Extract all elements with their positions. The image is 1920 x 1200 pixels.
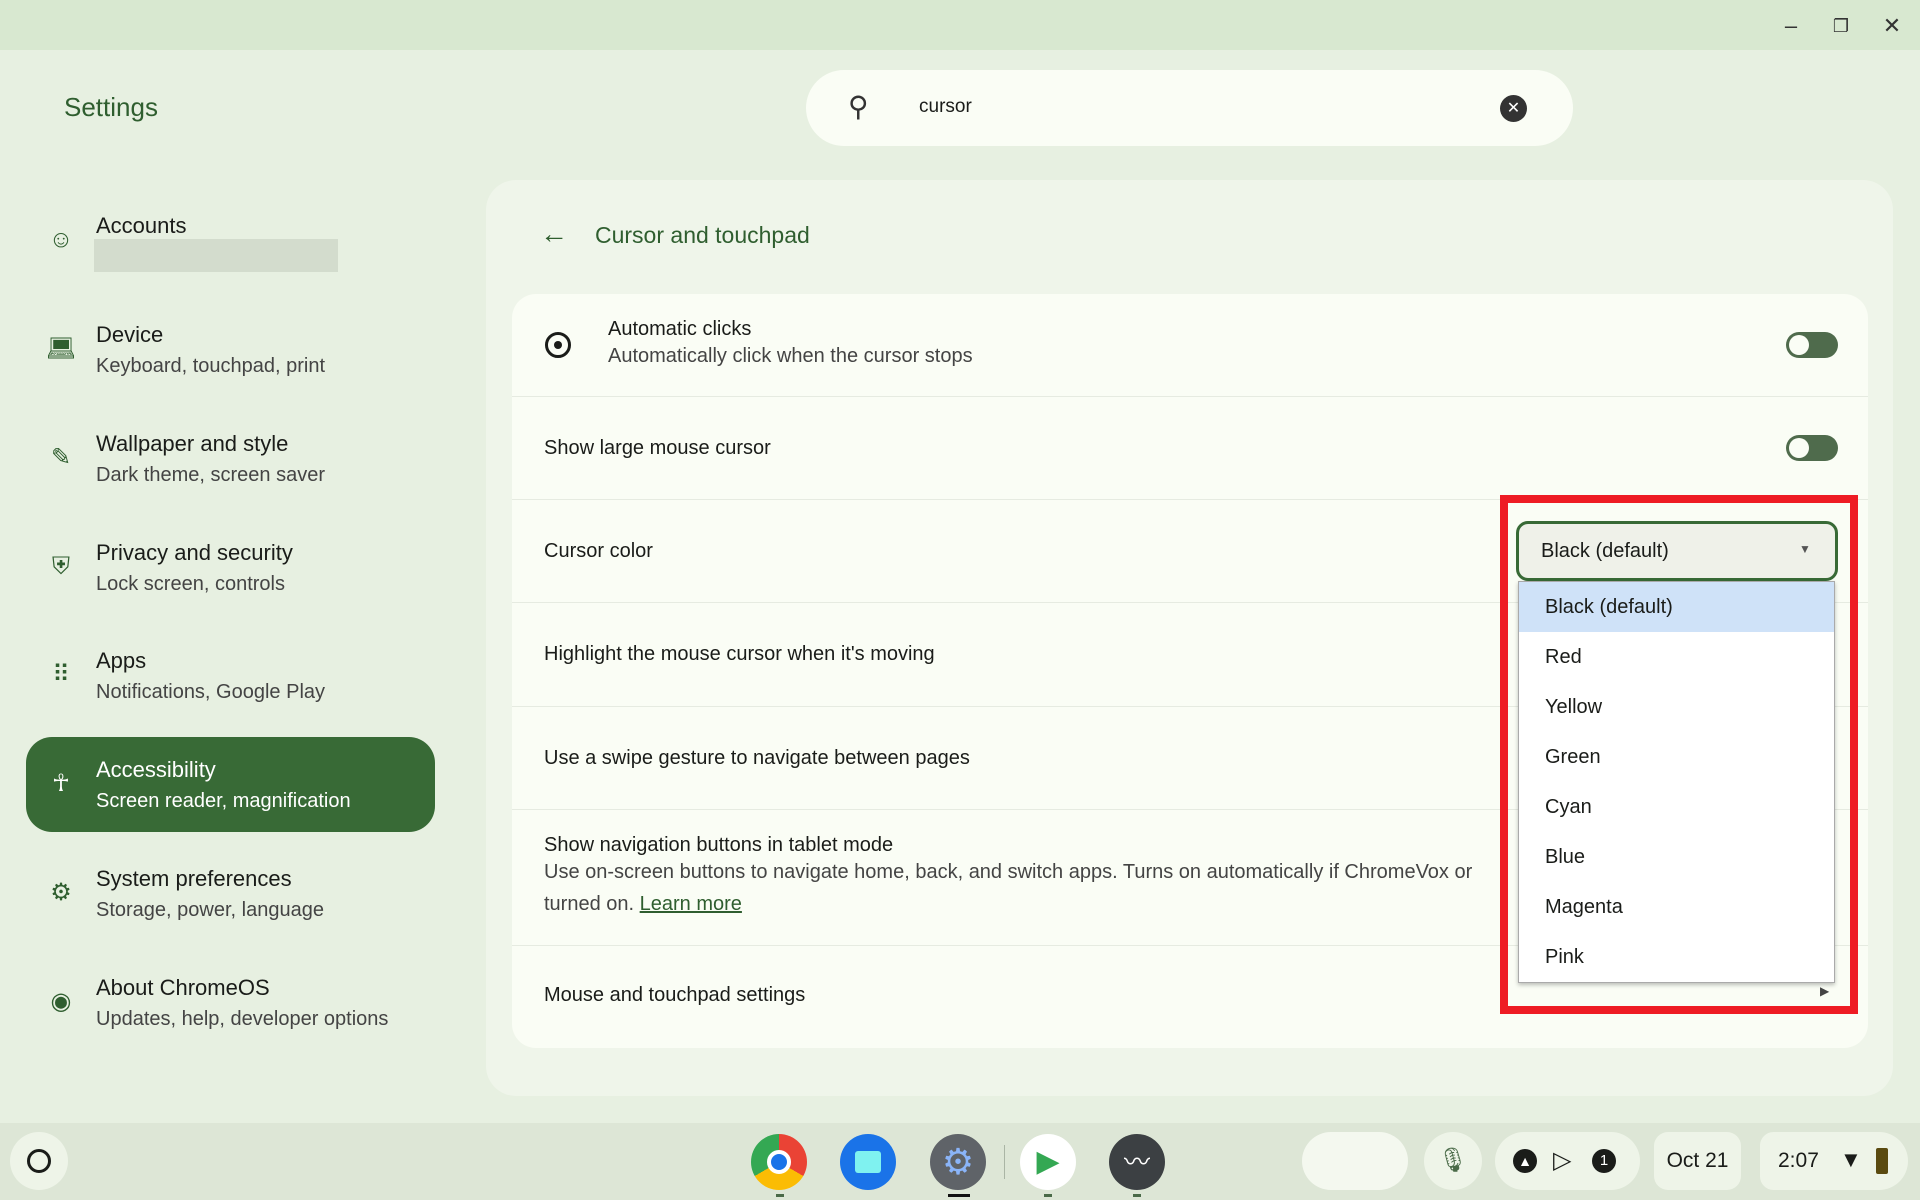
- row-large-cursor[interactable]: Show large mouse cursor: [512, 397, 1868, 500]
- page-title: Cursor and touchpad: [595, 222, 810, 248]
- face-icon: ☺: [48, 226, 74, 253]
- sidebar-item-apps[interactable]: ⠿ Apps Notifications, Google Play: [26, 628, 435, 723]
- sidebar-item-about[interactable]: ◉ About ChromeOS Updates, help, developer …: [26, 955, 435, 1050]
- option-red[interactable]: Red: [1519, 632, 1834, 682]
- gear-icon: ⚙: [50, 879, 72, 906]
- target-icon: [545, 332, 571, 358]
- large-cursor-toggle[interactable]: [1786, 435, 1838, 461]
- learn-more-link[interactable]: Learn more: [640, 893, 742, 915]
- laptop-icon: 💻︎: [46, 335, 77, 362]
- launcher-button[interactable]: [10, 1132, 68, 1190]
- chevron-down-icon: ▼: [1799, 542, 1811, 556]
- status-area[interactable]: ▲ ▷ 1: [1495, 1132, 1640, 1190]
- close-icon[interactable]: ✕: [1878, 12, 1906, 40]
- restore-icon[interactable]: ❐: [1827, 12, 1855, 40]
- settings-app-icon[interactable]: ⚙: [930, 1134, 986, 1190]
- sidebar-item-system[interactable]: ⚙ System preferences Storage, power, langu…: [26, 846, 435, 941]
- cursor-color-select[interactable]: Black (default) ▼: [1516, 521, 1838, 581]
- option-pink[interactable]: Pink: [1519, 932, 1834, 982]
- accessibility-icon: ☥: [52, 770, 70, 797]
- sidebar-item-accessibility[interactable]: ☥ Accessibility Screen reader, magnificati…: [26, 737, 435, 832]
- option-cyan[interactable]: Cyan: [1519, 782, 1834, 832]
- account-email-redacted: [94, 239, 338, 272]
- clock: 2:07: [1778, 1149, 1819, 1172]
- chrome-icon[interactable]: [751, 1134, 807, 1190]
- apps-grid-icon: ⠿: [52, 661, 70, 688]
- files-icon[interactable]: [840, 1134, 896, 1190]
- shield-icon: ⛨: [52, 553, 70, 580]
- chromeos-icon: ◉: [50, 988, 72, 1015]
- upload-icon: ▲: [1513, 1149, 1537, 1173]
- launcher-icon: [27, 1149, 51, 1173]
- app-title: Settings: [64, 92, 158, 122]
- sidebar-item-device[interactable]: 💻︎ Device Keyboard, touchpad, print: [26, 302, 435, 397]
- notification-count: 1: [1592, 1149, 1616, 1173]
- play-notification-icon: ▷: [1553, 1147, 1572, 1174]
- system-tray[interactable]: 2:07 ▼: [1760, 1132, 1908, 1190]
- nav-buttons-sub2: turned on. Learn more: [544, 893, 742, 915]
- auto-clicks-toggle[interactable]: [1786, 332, 1838, 358]
- divider: [1004, 1145, 1005, 1179]
- play-store-icon[interactable]: ▶: [1020, 1134, 1076, 1190]
- option-green[interactable]: Green: [1519, 732, 1834, 782]
- sidebar-item-privacy[interactable]: ⛨ Privacy and security Lock screen, contro…: [26, 520, 435, 615]
- active-indicator: [948, 1194, 970, 1197]
- cursor-color-options: Black (default) Red Yellow Green Cyan Bl…: [1518, 581, 1835, 983]
- minimize-icon[interactable]: –: [1777, 12, 1805, 40]
- back-arrow-icon[interactable]: ←: [540, 218, 568, 250]
- option-magenta[interactable]: Magenta: [1519, 882, 1834, 932]
- search-query[interactable]: cursor: [919, 96, 972, 118]
- title-bar: – ❐ ✕: [0, 0, 1920, 50]
- sidebar-item-accounts[interactable]: ☺ Accounts: [26, 193, 435, 288]
- row-automatic-clicks[interactable]: Automatic clicks Automatically click whe…: [512, 294, 1868, 397]
- running-indicator: [776, 1194, 784, 1197]
- microphone-icon[interactable]: 🎙︎: [1424, 1132, 1482, 1190]
- option-blue[interactable]: Blue: [1519, 832, 1834, 882]
- holding-space-thumbnails[interactable]: [1302, 1132, 1408, 1190]
- palette-icon: ✎: [50, 444, 72, 471]
- option-black[interactable]: Black (default): [1519, 582, 1834, 632]
- running-indicator: [1133, 1194, 1141, 1197]
- search-input[interactable]: ⚲ cursor ✕: [806, 70, 1573, 146]
- sidebar-item-wallpaper[interactable]: ✎ Wallpaper and style Dark theme, screen s…: [26, 411, 435, 506]
- clear-icon[interactable]: ✕: [1500, 95, 1527, 122]
- wifi-icon: ▼: [1840, 1147, 1862, 1172]
- option-yellow[interactable]: Yellow: [1519, 682, 1834, 732]
- diagnostics-icon[interactable]: 〰: [1109, 1134, 1165, 1190]
- search-icon: ⚲: [848, 91, 869, 122]
- battery-icon: [1876, 1148, 1888, 1174]
- date[interactable]: Oct 21: [1654, 1132, 1741, 1190]
- running-indicator: [1044, 1194, 1052, 1197]
